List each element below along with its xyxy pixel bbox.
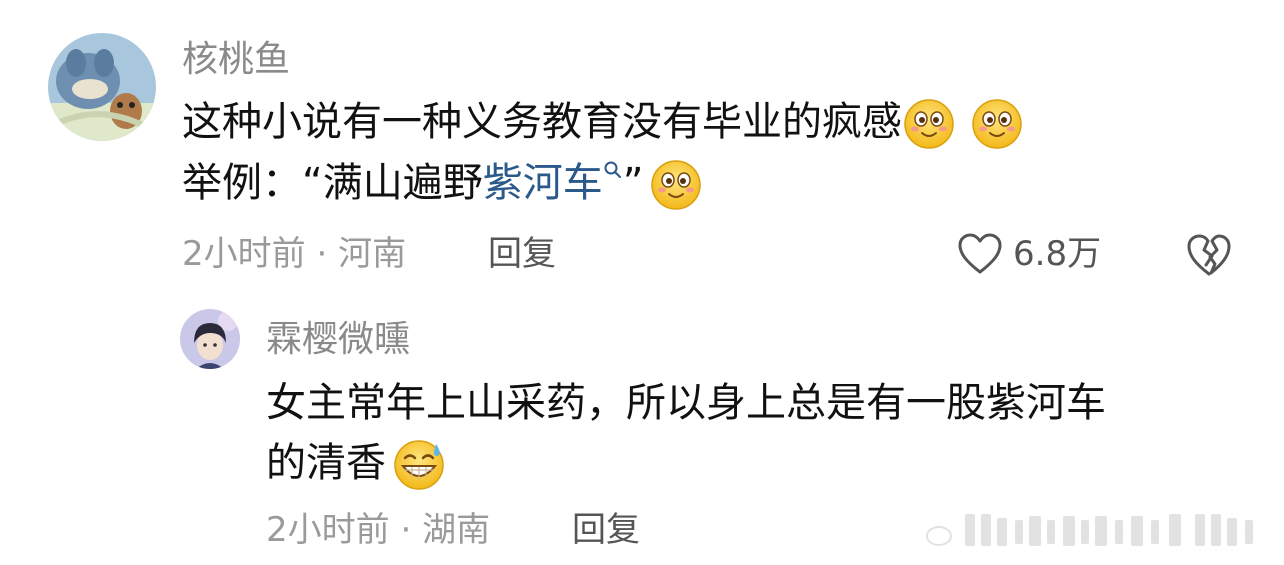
reply-reply-button[interactable]: 回复 bbox=[572, 510, 640, 550]
grinning-face-emoji bbox=[904, 99, 954, 149]
comment-reply-button[interactable]: 回复 bbox=[488, 234, 556, 274]
watermark bbox=[925, 510, 1270, 550]
commenter-username[interactable]: 核桃鱼 bbox=[182, 40, 290, 80]
comment-text-line-1: 这种小说有一种义务教育没有毕业的疯感 bbox=[182, 97, 1024, 151]
dislike-button[interactable] bbox=[1185, 232, 1233, 278]
comment-location: 河南 bbox=[338, 234, 407, 274]
replier-username[interactable]: 霖樱微曛 bbox=[266, 320, 410, 360]
grinning-face-emoji bbox=[651, 160, 702, 210]
comment-line-2-prefix: 举例：“满山遍野 bbox=[182, 160, 483, 206]
comment-line-2-suffix: ” bbox=[622, 160, 644, 206]
broken-heart-icon bbox=[1187, 234, 1231, 276]
commenter-avatar[interactable] bbox=[48, 33, 156, 141]
comment-line-1-text: 这种小说有一种义务教育没有毕业的疯感 bbox=[182, 99, 902, 145]
comment-text-line-2: 举例：“满山遍野紫河车 ” bbox=[182, 158, 703, 212]
meta-separator: · bbox=[316, 234, 328, 274]
reply-text-line-2: 的清香 bbox=[266, 438, 446, 492]
grinning-sweat-emoji bbox=[394, 440, 444, 490]
comment-time: 2小时前 bbox=[182, 234, 306, 274]
reply-text-line-1: 女主常年上山采药，所以身上总是有一股紫河车 bbox=[266, 380, 1106, 426]
search-link-text: 紫河车 bbox=[482, 160, 603, 206]
reply-meta: 2小时前 · 湖南 bbox=[266, 510, 490, 550]
tom-and-jerry-avatar bbox=[48, 33, 156, 141]
reply-time: 2小时前 bbox=[266, 510, 390, 550]
grinning-face-emoji bbox=[972, 99, 1022, 149]
like-count: 6.8万 bbox=[1013, 234, 1102, 274]
heart-outline-icon bbox=[958, 233, 1002, 274]
reply-location: 湖南 bbox=[422, 510, 491, 550]
reply-line-2-text: 的清香 bbox=[266, 440, 386, 486]
search-link[interactable]: 紫河车 bbox=[483, 160, 623, 206]
like-button[interactable]: 6.8万 bbox=[957, 230, 1117, 278]
replier-avatar[interactable] bbox=[180, 309, 240, 369]
meta-separator: · bbox=[400, 510, 412, 550]
comment-meta: 2小时前 · 河南 bbox=[182, 234, 406, 274]
anime-boy-avatar bbox=[180, 309, 240, 369]
search-icon bbox=[604, 161, 621, 178]
